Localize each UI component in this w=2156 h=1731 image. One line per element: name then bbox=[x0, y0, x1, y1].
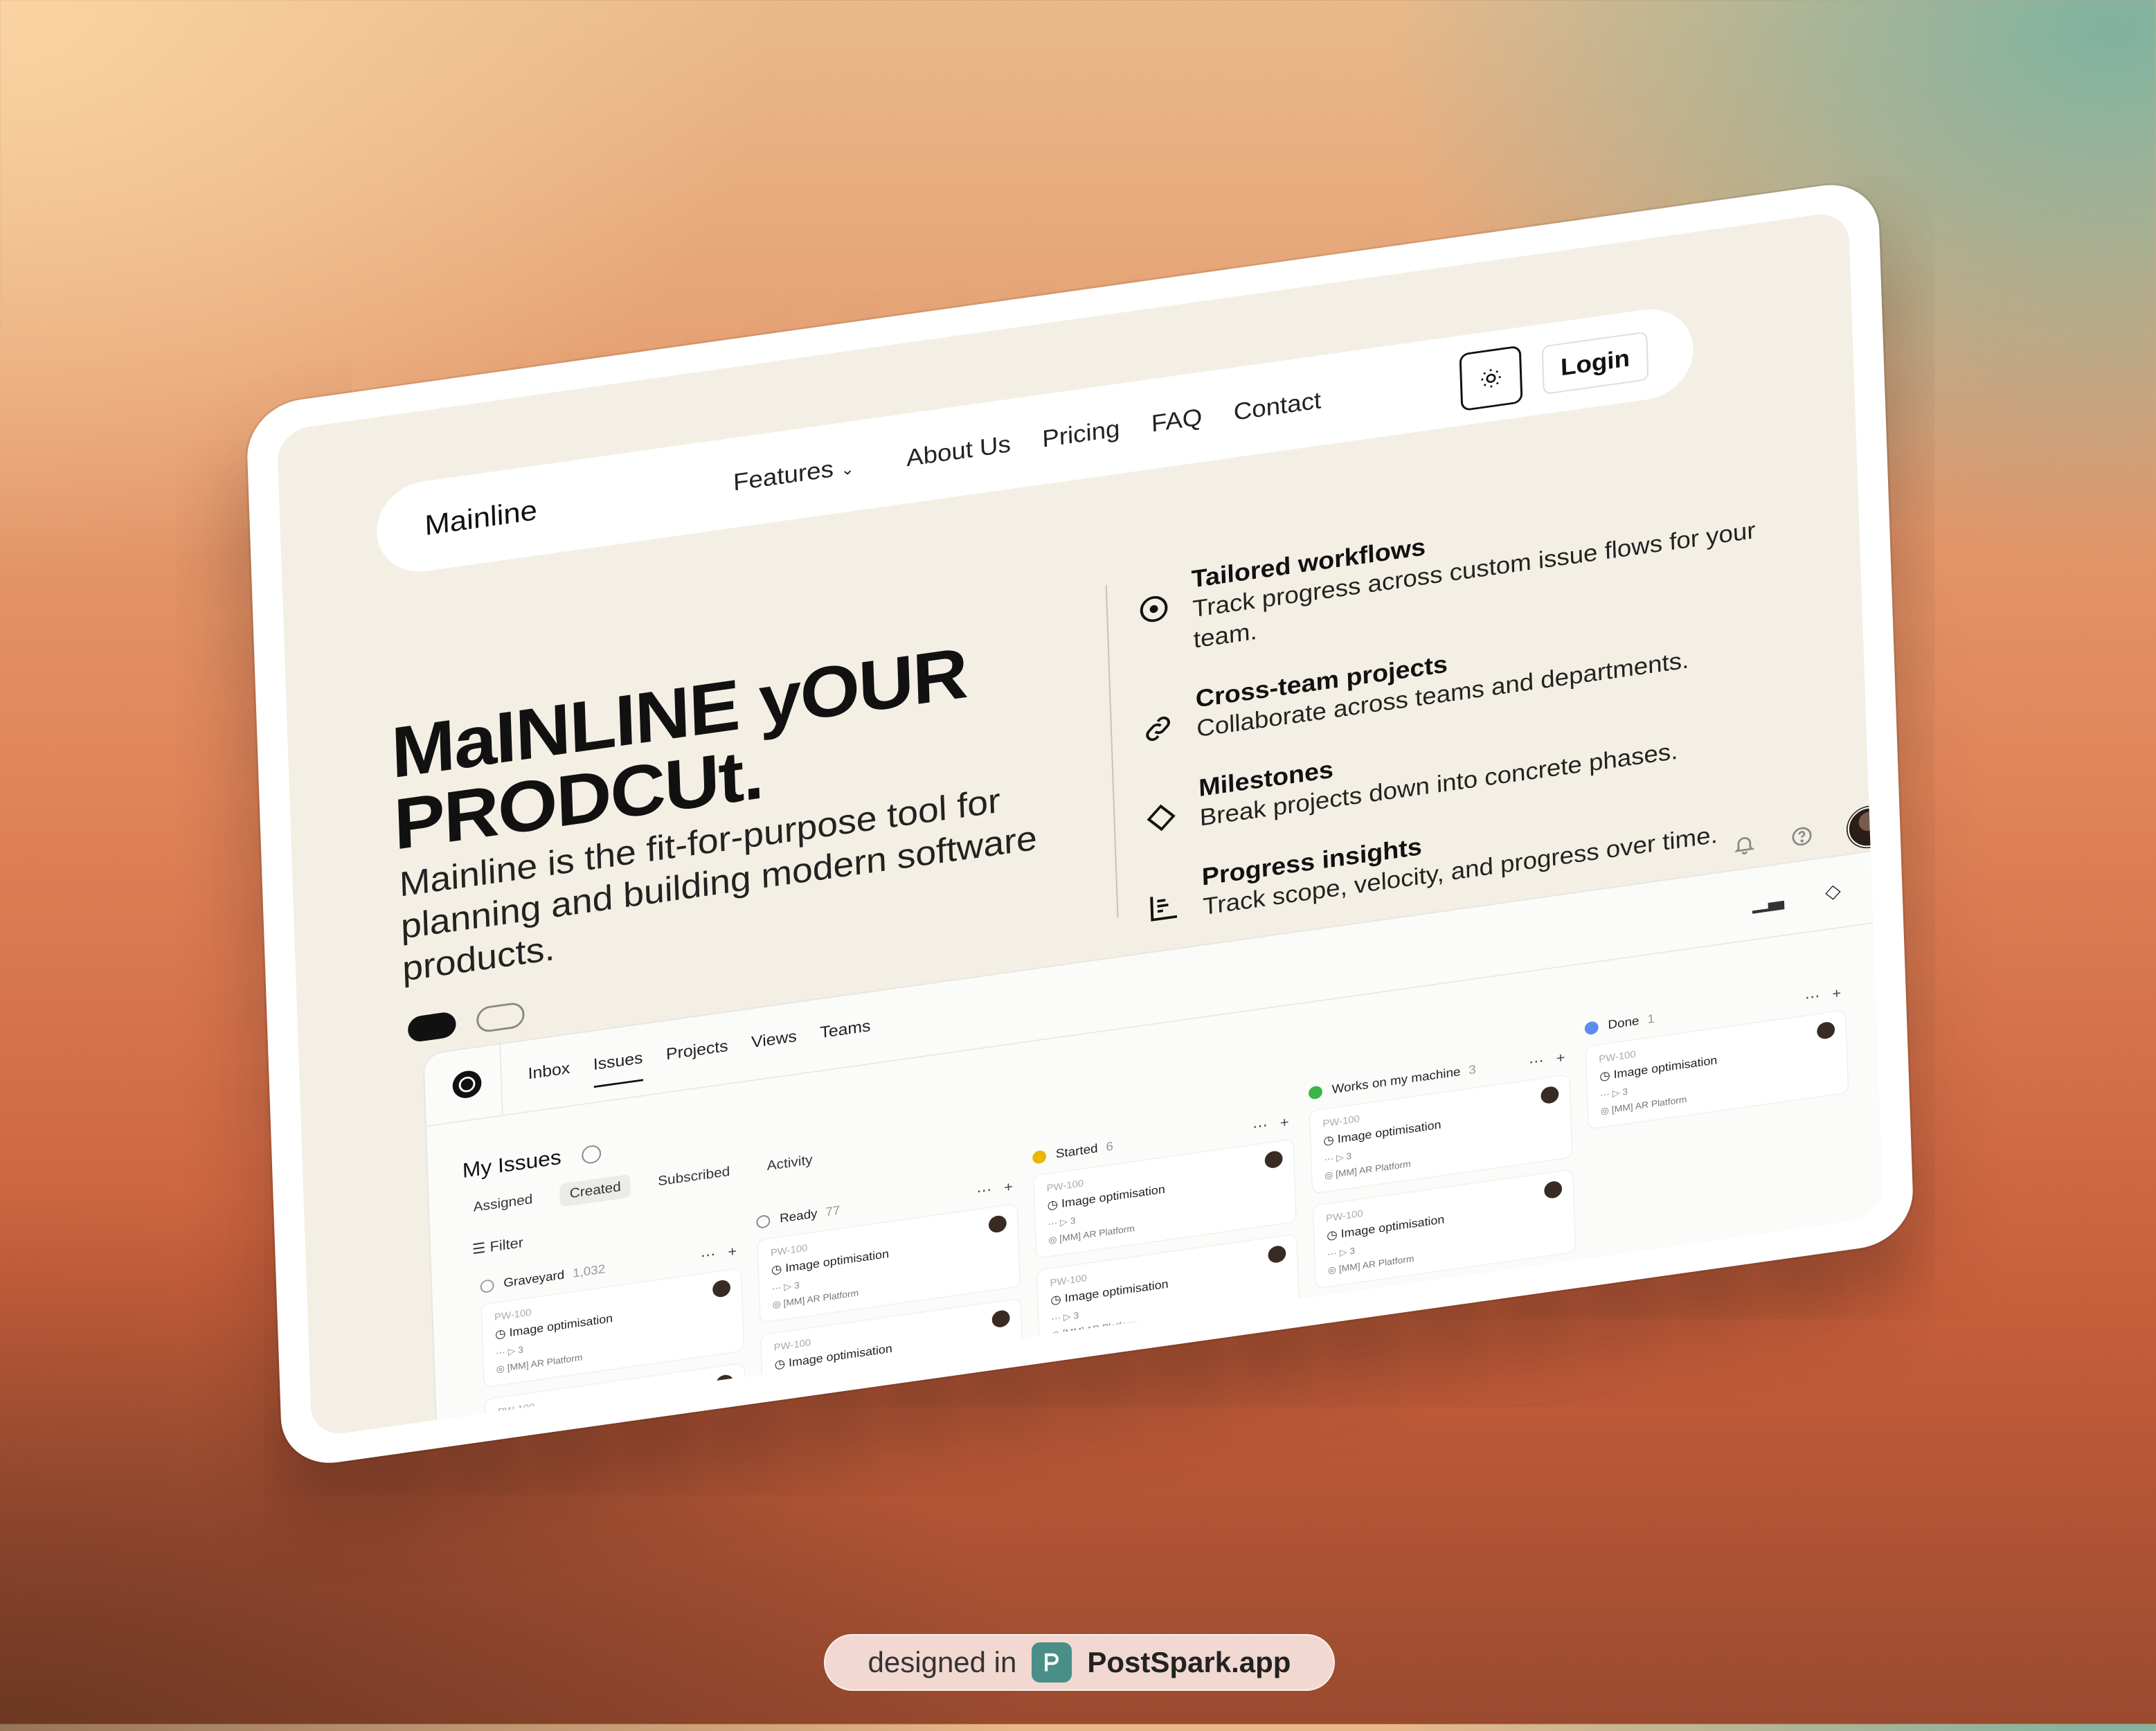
column-actions[interactable]: ⋯ + bbox=[1252, 1113, 1293, 1136]
column-name: Ready bbox=[779, 1207, 818, 1226]
postspark-logo-icon bbox=[1032, 1642, 1072, 1683]
tab-teams[interactable]: Teams bbox=[820, 1017, 872, 1056]
app-tabs: Inbox Issues Projects Views Teams bbox=[528, 1017, 871, 1097]
collapse-sidebar-icon[interactable]: ⇤ bbox=[1882, 871, 1883, 896]
column-actions[interactable]: ⋯ + bbox=[1529, 1048, 1570, 1070]
secondary-cta-button[interactable] bbox=[476, 1001, 525, 1034]
status-icon bbox=[1584, 1021, 1599, 1036]
column-count: 6 bbox=[1106, 1139, 1114, 1154]
status-icon bbox=[480, 1278, 494, 1294]
column-actions[interactable]: ⋯ + bbox=[1804, 984, 1845, 1006]
status-icon bbox=[1032, 1149, 1047, 1165]
nav-item-pricing[interactable]: Pricing bbox=[1042, 415, 1120, 454]
laptop-frame: Mainline Features ⌄ About Us Pricing FAQ… bbox=[245, 178, 1915, 1470]
tab-inbox[interactable]: Inbox bbox=[528, 1059, 571, 1097]
kanban-column: Started 6 ⋯ + PW-100 ◷ Image optimisation ⋯ ▷… bbox=[1032, 1113, 1302, 1416]
chevron-down-icon: ⌄ bbox=[840, 460, 855, 480]
login-button[interactable]: Login bbox=[1541, 331, 1649, 395]
badge-name: PostSpark.app bbox=[1087, 1646, 1291, 1678]
column-count: 1,032 bbox=[572, 1262, 606, 1281]
tab-projects[interactable]: Projects bbox=[666, 1037, 729, 1078]
nav-item-contact[interactable]: Contact bbox=[1233, 387, 1322, 427]
chart-icon bbox=[1150, 897, 1178, 922]
subtab-activity[interactable]: Activity bbox=[757, 1147, 823, 1179]
brand-logo[interactable]: Mainline bbox=[424, 494, 538, 542]
page-title: My Issues bbox=[462, 1140, 602, 1183]
column-name: Done bbox=[1608, 1014, 1640, 1032]
avatar[interactable] bbox=[1847, 804, 1884, 850]
nav-item-features[interactable]: Features ⌄ bbox=[733, 452, 854, 496]
app-logo-icon[interactable] bbox=[452, 1068, 483, 1100]
app-divider bbox=[499, 1044, 503, 1115]
kanban-column: Done 1 ⋯ + PW-100 ◷ Image optimisation ⋯ ▷ 3 ◎… bbox=[1584, 984, 1856, 1338]
theme-toggle-button[interactable] bbox=[1459, 345, 1523, 412]
subtab-assigned[interactable]: Assigned bbox=[463, 1187, 542, 1221]
nav-item-about[interactable]: About Us bbox=[906, 431, 1011, 472]
column-name: Graveyard bbox=[503, 1268, 565, 1291]
nav-item-faq[interactable]: FAQ bbox=[1151, 404, 1203, 438]
link-icon bbox=[1146, 717, 1170, 742]
filter-button[interactable]: ☰ Filter bbox=[471, 1234, 523, 1257]
help-icon[interactable] bbox=[1790, 824, 1814, 849]
status-icon bbox=[1308, 1085, 1323, 1100]
kanban-column: Graveyard 1,032 ⋯ + PW-100 ◷ Image optimisat… bbox=[480, 1242, 748, 1438]
postspark-badge[interactable]: designed in PostSpark.app bbox=[824, 1634, 1335, 1691]
diamond-icon[interactable]: ◇ bbox=[1824, 879, 1841, 904]
column-count: 77 bbox=[825, 1203, 841, 1219]
column-count: 3 bbox=[1468, 1063, 1477, 1078]
subtab-created[interactable]: Created bbox=[559, 1174, 631, 1208]
column-actions[interactable]: ⋯ + bbox=[976, 1178, 1017, 1200]
column-name: Started bbox=[1055, 1142, 1098, 1162]
subtab-subscribed[interactable]: Subscribed bbox=[648, 1159, 740, 1195]
filter-icon: ☰ bbox=[471, 1239, 486, 1257]
bar-chart-icon[interactable]: ▁▃ bbox=[1752, 887, 1784, 914]
column-count: 1 bbox=[1647, 1012, 1655, 1027]
circle-dot-icon bbox=[1140, 595, 1168, 622]
status-icon bbox=[756, 1214, 771, 1229]
tab-issues[interactable]: Issues bbox=[593, 1048, 644, 1088]
kanban-board: Graveyard 1,032 ⋯ + PW-100 ◷ Image optimisat… bbox=[480, 984, 1856, 1438]
bell-icon[interactable] bbox=[1732, 832, 1757, 857]
tab-views[interactable]: Views bbox=[751, 1028, 798, 1066]
badge-prefix: designed in bbox=[868, 1646, 1017, 1678]
sun-icon bbox=[1481, 369, 1501, 388]
info-icon[interactable] bbox=[581, 1143, 602, 1165]
app-toolbar-right: ▁▃ ◇ ⇤ bbox=[1752, 871, 1883, 914]
nav-menu: Features ⌄ About Us Pricing FAQ Contact bbox=[733, 387, 1321, 496]
kanban-column: Works on my machine 3 ⋯ + PW-100 ◷ Image opt… bbox=[1308, 1048, 1579, 1376]
website-screen: Mainline Features ⌄ About Us Pricing FAQ… bbox=[276, 210, 1884, 1438]
column-actions[interactable]: ⋯ + bbox=[700, 1242, 741, 1264]
diamond-icon bbox=[1147, 804, 1176, 832]
hero-divider bbox=[1105, 584, 1119, 918]
primary-cta-button[interactable] bbox=[407, 1010, 457, 1043]
